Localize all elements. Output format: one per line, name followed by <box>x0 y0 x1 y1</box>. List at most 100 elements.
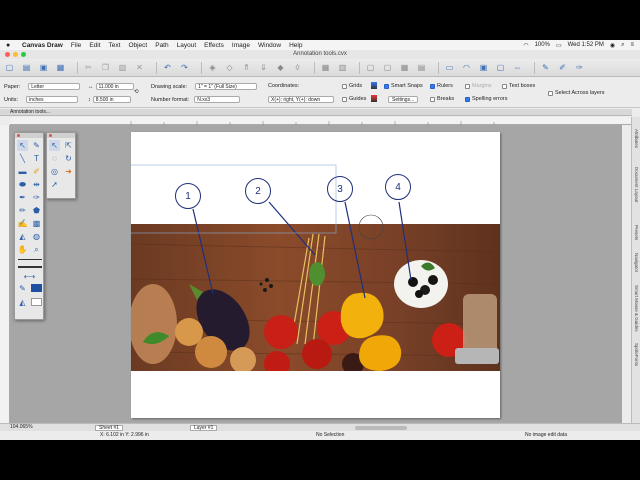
line-style-swatch[interactable] <box>18 266 42 268</box>
callout-2[interactable]: 2 <box>245 178 271 204</box>
menu-help[interactable]: Help <box>289 42 302 49</box>
subpalette-titlebar[interactable] <box>47 133 75 138</box>
settings-button[interactable]: Settings... <box>388 96 419 103</box>
paper-select[interactable]: Letter <box>28 83 81 90</box>
units-select[interactable]: inches <box>26 96 79 103</box>
coordinates-select[interactable]: X(+): right, Y(+): down <box>268 96 334 103</box>
layer-selector[interactable]: Layer #1 <box>190 424 218 431</box>
margins-checkbox[interactable] <box>465 83 470 89</box>
pen-icon[interactable]: ✑ <box>574 62 585 73</box>
select-arrow-icon[interactable]: ↖ <box>49 140 60 151</box>
lock-icon[interactable]: ▢ <box>365 62 376 73</box>
smart-snaps-checkbox[interactable] <box>384 83 389 89</box>
pointer-arrow-icon[interactable]: ➚ <box>49 179 60 190</box>
arrow-style-icon[interactable]: ⟷ <box>24 271 35 282</box>
cut-icon[interactable]: ✂ <box>83 62 94 73</box>
clear-icon[interactable]: ✕ <box>134 62 145 73</box>
select-layers-checkbox[interactable] <box>548 90 553 96</box>
zoom-tool-icon[interactable]: ⌕ <box>31 244 42 255</box>
menu-effects[interactable]: Effects <box>204 42 224 49</box>
tab-spritefonts[interactable]: SpriteFonts <box>634 343 639 366</box>
group-icon[interactable]: ▦ <box>320 62 331 73</box>
fill-tool-icon[interactable]: ◭ <box>17 231 28 242</box>
ungroup-icon[interactable]: ▥ <box>337 62 348 73</box>
fill-bucket-icon[interactable]: ◭ <box>17 297 28 308</box>
menu-path[interactable]: Path <box>155 42 168 49</box>
eraser-tool-icon[interactable]: ◍ <box>31 231 42 242</box>
menu-layout[interactable]: Layout <box>177 42 197 49</box>
minimize-window-button[interactable] <box>13 52 18 57</box>
horizontal-ruler[interactable] <box>10 117 632 125</box>
combine-icon[interactable]: ▦ <box>399 62 410 73</box>
rulers-checkbox[interactable] <box>430 83 435 89</box>
callout-1[interactable]: 1 <box>175 183 201 209</box>
group-layers-icon[interactable]: ◊ <box>292 62 303 73</box>
callout-4[interactable]: 4 <box>385 174 411 200</box>
eyedropper-tool-icon[interactable]: ✑ <box>31 192 42 203</box>
wifi-icon[interactable]: ◠ <box>523 42 528 49</box>
menu-object[interactable]: Object <box>128 42 147 49</box>
menu-window[interactable]: Window <box>258 42 281 49</box>
menu-image[interactable]: Image <box>232 42 250 49</box>
horizontal-scrollbar[interactable] <box>355 426 407 430</box>
send-backward-icon[interactable]: ◆ <box>275 62 286 73</box>
zoom-window-button[interactable] <box>21 52 26 57</box>
hand-tool-icon[interactable]: ✋ <box>17 244 28 255</box>
text-tool-icon[interactable]: T <box>31 153 42 164</box>
stroke-color-swatch[interactable] <box>31 284 42 292</box>
pencil-tool-icon[interactable]: ✎ <box>31 140 42 151</box>
close-document-icon[interactable]: ▣ <box>38 62 49 73</box>
subpalette-close-icon[interactable] <box>49 134 52 137</box>
tab-document-layout[interactable]: Document Layout <box>634 167 639 202</box>
tab-smart-mouse[interactable]: Smart Mouse & Guides <box>634 285 639 332</box>
drawing-page[interactable]: 1 2 3 4 <box>131 132 500 418</box>
oval-tool-icon[interactable]: ⬬ <box>17 179 28 190</box>
dimension-tool-icon[interactable]: ⇹ <box>31 179 42 190</box>
copy-icon[interactable]: ❐ <box>100 62 111 73</box>
highlighter-tool-icon[interactable]: ✐ <box>31 166 42 177</box>
vertical-ruler[interactable] <box>0 125 10 423</box>
view-icon[interactable]: ▢ <box>495 62 506 73</box>
stamp-tool-icon[interactable]: ▩ <box>31 218 42 229</box>
broadcast-icon[interactable]: ◠ <box>461 62 472 73</box>
layers-icon[interactable]: ◈ <box>207 62 218 73</box>
text-boxes-checkbox[interactable] <box>502 83 507 89</box>
guide-color-swatch[interactable] <box>371 95 377 102</box>
pen-tool-icon[interactable]: ✒ <box>17 192 28 203</box>
camera-icon[interactable]: ▣ <box>478 62 489 73</box>
menu-edit[interactable]: Edit <box>89 42 100 49</box>
paste-icon[interactable]: ▧ <box>117 62 128 73</box>
battery-icon[interactable]: ▭ <box>556 42 562 49</box>
palette-close-icon[interactable] <box>17 134 20 137</box>
menu-list-icon[interactable]: ≡ <box>630 42 634 48</box>
bring-front-icon[interactable]: ⇑ <box>241 62 252 73</box>
selection-tool-icon[interactable]: ↖ <box>17 140 28 151</box>
breaks-checkbox[interactable] <box>430 96 435 102</box>
brush-tool-icon[interactable]: ✏ <box>17 205 28 216</box>
tab-navigator[interactable]: Navigator <box>634 253 639 272</box>
line-weight-swatch[interactable] <box>18 259 42 260</box>
paint-tool-icon[interactable]: ✍ <box>17 218 28 229</box>
guides-checkbox[interactable] <box>342 96 347 102</box>
search-icon[interactable]: ⌕ <box>621 42 624 49</box>
grid-color-swatch[interactable] <box>371 82 377 89</box>
menu-text[interactable]: Text <box>109 42 121 49</box>
pen-color-icon[interactable]: ✎ <box>17 283 28 294</box>
grids-checkbox[interactable] <box>342 83 347 89</box>
presentation-icon[interactable]: ▭ <box>444 62 455 73</box>
tab-presets[interactable]: Presets <box>634 225 639 240</box>
callout-3[interactable]: 3 <box>327 176 353 202</box>
send-back-icon[interactable]: ⇓ <box>258 62 269 73</box>
number-format-select[interactable]: N.xx3 <box>194 96 241 103</box>
user-icon[interactable]: ◉ <box>610 42 615 49</box>
fill-color-swatch[interactable] <box>31 298 42 306</box>
line-tool-icon[interactable]: ╲ <box>17 153 28 164</box>
sheet-selector[interactable]: Sheet #1 <box>95 424 124 431</box>
close-window-button[interactable] <box>5 52 10 57</box>
drawing-scale-select[interactable]: 1" = 1" (Full Size) <box>195 83 258 90</box>
orientation-icon[interactable]: ⟲ <box>134 89 139 95</box>
zoom-level[interactable]: 104.065% <box>10 424 33 431</box>
unlock-icon[interactable]: ▢ <box>382 62 393 73</box>
lasso-icon[interactable]: ◌ <box>49 153 60 164</box>
open-document-icon[interactable]: ▤ <box>21 62 32 73</box>
